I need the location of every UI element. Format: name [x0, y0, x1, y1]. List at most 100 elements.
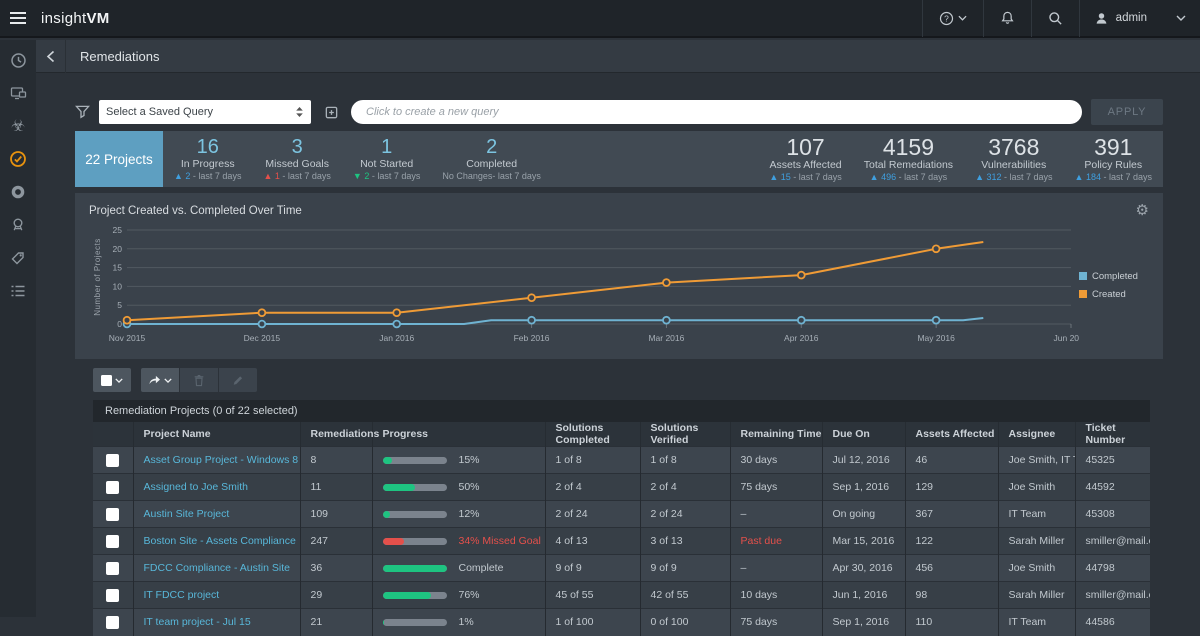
svg-text:Number of Projects: Number of Projects	[93, 238, 102, 315]
stat-delta: No Changes- last 7 days	[442, 171, 541, 181]
sidebar-item-donut-circle-icon[interactable]	[4, 182, 32, 202]
notifications-button[interactable]	[983, 0, 1031, 37]
project-link[interactable]: IT FDCC project	[144, 589, 220, 601]
row-checkbox[interactable]	[106, 589, 119, 602]
ticket-number-cell: 45308	[1075, 501, 1150, 528]
user-menu-button[interactable]: admin	[1079, 0, 1200, 37]
new-query-input[interactable]	[351, 100, 1082, 124]
legend-swatch	[1079, 290, 1087, 298]
project-link[interactable]: FDCC Compliance - Austin Site	[144, 562, 290, 574]
row-checkbox[interactable]	[106, 481, 119, 494]
solutions-completed-cell: 4 of 13	[545, 528, 640, 555]
column-header-ticket-number[interactable]: Ticket Number	[1075, 422, 1150, 447]
sidebar-item-list-icon[interactable]	[4, 281, 32, 301]
table-title: Remediation Projects (0 of 22 selected)	[93, 400, 1150, 422]
column-header-solutions-completed[interactable]: Solutions Completed	[545, 422, 640, 447]
gear-icon[interactable]: ⚙	[1136, 203, 1149, 218]
row-checkbox[interactable]	[106, 508, 119, 521]
row-checkbox[interactable]	[106, 562, 119, 575]
project-link[interactable]: Assigned to Joe Smith	[144, 481, 248, 493]
user-avatar-icon	[1094, 11, 1109, 26]
chevron-down-icon	[115, 378, 123, 383]
sidebar-item-assets-monitor-icon[interactable]	[4, 83, 32, 103]
column-header-project-name[interactable]: Project Name	[133, 422, 300, 447]
stat-delta: ▲ 312 - last 7 days	[975, 172, 1052, 182]
solutions-verified-cell: 2 of 4	[640, 474, 730, 501]
search-button[interactable]	[1031, 0, 1079, 37]
ticket-number-cell: 44798	[1075, 555, 1150, 582]
stat-value: 391	[1075, 136, 1152, 159]
select-all-dropdown-button[interactable]	[93, 368, 131, 392]
share-dropdown-button[interactable]	[141, 368, 179, 392]
select-spinner-icon	[295, 106, 304, 118]
apply-button[interactable]: APPLY	[1091, 99, 1163, 125]
back-button[interactable]	[36, 40, 66, 73]
stat-completed: 2 Completed No Changes- last 7 days	[431, 131, 552, 187]
top-bar: insightVM ? admin	[0, 0, 1200, 38]
remediations-cell: 247	[300, 528, 372, 555]
solutions-verified-cell: 2 of 24	[640, 501, 730, 528]
assignee-cell: IT Team	[998, 609, 1075, 636]
svg-text:Nov 2015: Nov 2015	[109, 333, 146, 343]
help-icon: ?	[939, 11, 954, 26]
column-header-remaining-time[interactable]: Remaining Time	[730, 422, 822, 447]
project-link[interactable]: Austin Site Project	[144, 508, 230, 520]
row-checkbox[interactable]	[106, 535, 119, 548]
assignee-cell: Joe Smith, IT Team	[998, 447, 1075, 474]
due-on-cell: Jun 1, 2016	[822, 582, 905, 609]
remaining-time-cell: 75 days	[730, 609, 822, 636]
svg-text:Dec 2015: Dec 2015	[244, 333, 281, 343]
project-name-cell: Assigned to Joe Smith	[133, 474, 300, 501]
stat-label: Vulnerabilities	[975, 159, 1052, 171]
filter-funnel-icon	[75, 105, 90, 119]
column-header-assets-affected[interactable]: Assets Affected	[905, 422, 998, 447]
assets-affected-cell: 46	[905, 447, 998, 474]
project-link[interactable]: IT team project - Jul 15	[144, 616, 251, 628]
stat-label: Assets Affected	[769, 159, 841, 171]
project-link[interactable]: Asset Group Project - Windows 8	[144, 454, 299, 466]
remediations-cell: 109	[300, 501, 372, 528]
hamburger-menu-icon[interactable]	[0, 0, 36, 37]
sidebar-item-clock-icon[interactable]	[4, 50, 32, 70]
assets-affected-cell: 122	[905, 528, 998, 555]
solutions-verified-cell: 9 of 9	[640, 555, 730, 582]
header-checkbox-cell	[93, 422, 133, 447]
save-query-icon[interactable]	[320, 101, 342, 123]
svg-text:15: 15	[113, 263, 123, 273]
stat-delta: ▲ 15 - last 7 days	[769, 172, 841, 182]
sidebar-item-tag-icon[interactable]	[4, 248, 32, 268]
main-content: Select a Saved Query APPLY 22 Projects 1…	[36, 73, 1200, 617]
solutions-verified-cell: 0 of 100	[640, 609, 730, 636]
edit-button[interactable]	[219, 368, 257, 392]
assets-affected-cell: 98	[905, 582, 998, 609]
column-header-solutions-verified[interactable]: Solutions Verified	[640, 422, 730, 447]
svg-text:?: ?	[944, 13, 949, 23]
solutions-completed-cell: 45 of 55	[545, 582, 640, 609]
remediation-projects-table: Remediation Projects (0 of 22 selected) …	[93, 400, 1150, 636]
project-link[interactable]: Boston Site - Assets Compliance	[144, 535, 296, 547]
projects-count-box[interactable]: 22 Projects	[75, 131, 163, 187]
chevron-down-icon	[958, 15, 967, 21]
column-header-due-on[interactable]: Due On	[822, 422, 905, 447]
sidebar-item-policy-badge-icon[interactable]	[4, 215, 32, 235]
due-on-cell: Apr 30, 2016	[822, 555, 905, 582]
sidebar-item-vulnerabilities-biohazard-icon[interactable]: ☣	[4, 116, 32, 136]
saved-query-select[interactable]: Select a Saved Query	[99, 100, 311, 124]
project-name-cell: Boston Site - Assets Compliance	[133, 528, 300, 555]
svg-text:10: 10	[113, 281, 123, 291]
delete-button[interactable]	[180, 368, 218, 392]
column-header-remediations[interactable]: Remediations	[300, 422, 372, 447]
row-checkbox[interactable]	[106, 616, 119, 629]
help-menu-button[interactable]: ?	[922, 0, 983, 37]
sidebar-item-remediations-check-circle-icon[interactable]	[4, 149, 32, 169]
row-checkbox[interactable]	[106, 454, 119, 467]
due-on-cell: Mar 15, 2016	[822, 528, 905, 555]
sidebar-nav: ☣	[0, 40, 36, 617]
due-on-cell: On going	[822, 501, 905, 528]
column-header-assignee[interactable]: Assignee	[998, 422, 1075, 447]
column-header-progress[interactable]: Progress	[372, 422, 545, 447]
chart-title: Project Created vs. Completed Over Time	[89, 205, 302, 217]
assignee-cell: IT Team	[998, 501, 1075, 528]
legend-item-completed: Completed	[1079, 271, 1145, 282]
solutions-verified-cell: 3 of 13	[640, 528, 730, 555]
